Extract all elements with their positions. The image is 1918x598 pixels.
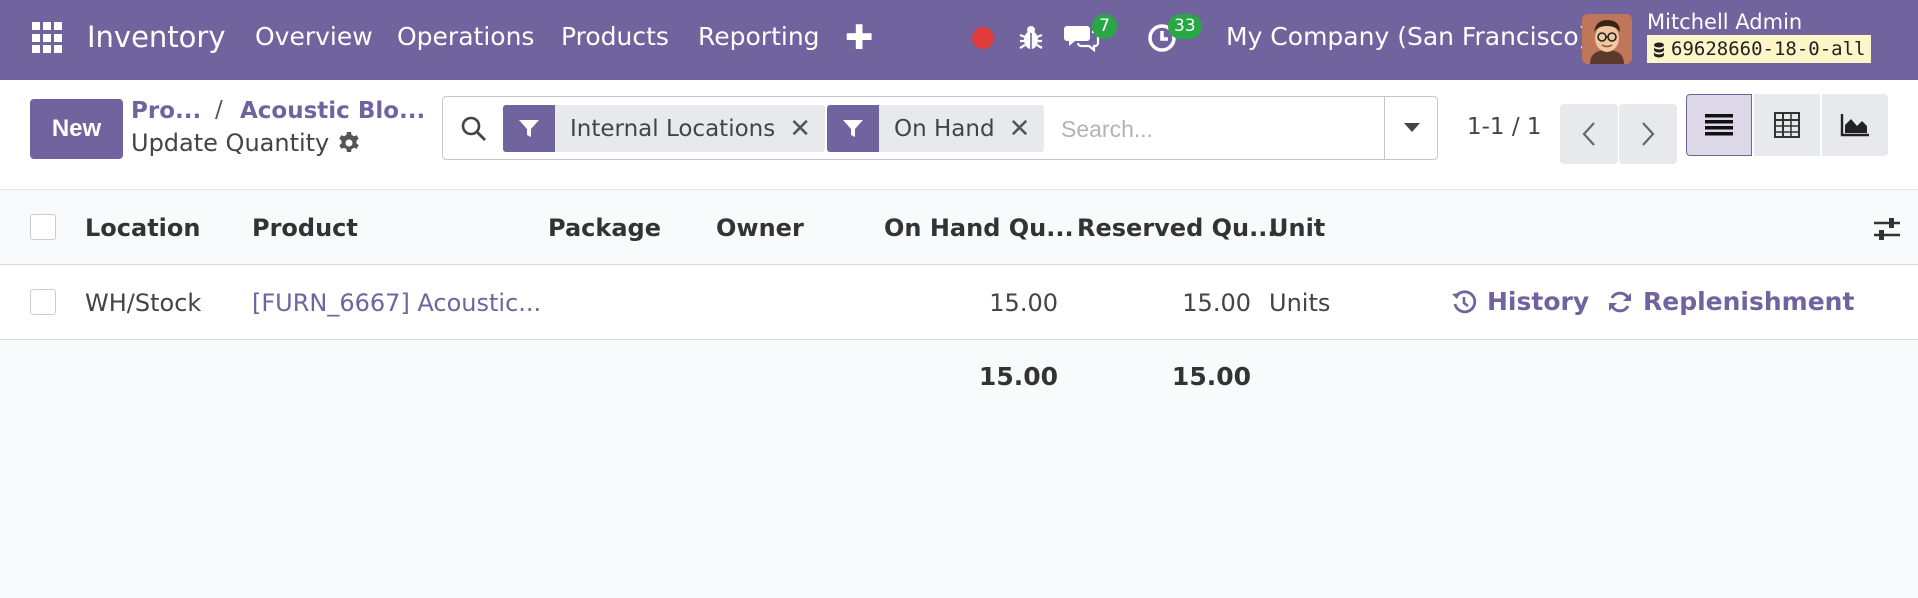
table-footer-totals: 15.00 15.00 — [0, 340, 1918, 410]
column-header-owner[interactable]: Owner — [716, 214, 804, 242]
column-header-product[interactable]: Product — [252, 214, 358, 242]
company-switcher[interactable]: My Company (San Francisco) — [1226, 22, 1588, 51]
remove-filter-close-icon[interactable]: ✕ — [1009, 114, 1045, 144]
column-header-reserved[interactable]: Reserved Qu... — [1077, 214, 1276, 242]
filter-funnel-icon — [827, 105, 879, 152]
optional-columns-sliders-icon[interactable] — [1872, 217, 1902, 241]
cell-product[interactable]: [FURN_6667] Acoustic... — [252, 289, 541, 317]
graph-icon — [1840, 114, 1869, 137]
column-header-unit[interactable]: Unit — [1269, 214, 1325, 242]
new-button[interactable]: New — [30, 99, 123, 159]
cell-unit: Units — [1269, 289, 1331, 317]
database-name: 69628660-18-0-all — [1671, 38, 1866, 60]
table-header: Location Product Package Owner On Hand Q… — [0, 190, 1918, 265]
history-button[interactable]: History — [1451, 287, 1589, 316]
breadcrumb-separator: / — [215, 97, 223, 123]
cell-on-hand: 15.00 — [989, 289, 1058, 317]
breadcrumb-current: Update Quantity — [131, 129, 361, 157]
breadcrumb-products[interactable]: Pro... — [131, 98, 201, 124]
chevron-left-icon — [1582, 122, 1595, 146]
replenishment-label: Replenishment — [1643, 287, 1855, 316]
search-bar: Internal Locations ✕ On Hand ✕ — [442, 96, 1438, 160]
history-icon — [1452, 289, 1477, 313]
gear-icon[interactable] — [337, 131, 361, 155]
pivot-icon — [1774, 112, 1800, 138]
control-panel: New Pro... / Acoustic Blo... Update Quan… — [0, 80, 1918, 190]
refresh-icon — [1609, 291, 1631, 312]
pivot-view-button[interactable] — [1754, 94, 1820, 156]
filter-funnel-icon — [503, 105, 555, 152]
apps-menu-icon[interactable] — [32, 22, 64, 54]
column-header-location[interactable]: Location — [85, 214, 200, 242]
replenishment-button[interactable]: Replenishment — [1607, 287, 1854, 316]
total-on-hand: 15.00 — [978, 362, 1058, 391]
column-header-package[interactable]: Package — [548, 214, 661, 242]
cell-reserved: 15.00 — [1182, 289, 1251, 317]
pager-next-button[interactable] — [1619, 104, 1677, 164]
select-all-checkbox[interactable] — [30, 214, 56, 240]
menu-overview[interactable]: Overview — [255, 22, 373, 51]
chevron-right-icon — [1642, 122, 1655, 146]
caret-down-icon — [1403, 123, 1420, 132]
database-icon — [1654, 42, 1664, 57]
search-options-toggle[interactable] — [1384, 97, 1438, 159]
filter-facet-internal-locations[interactable]: Internal Locations ✕ — [503, 105, 826, 152]
user-name[interactable]: Mitchell Admin — [1647, 10, 1802, 34]
menu-operations[interactable]: Operations — [397, 22, 534, 51]
table-row[interactable]: WH/Stock [FURN_6667] Acoustic... 15.00 1… — [0, 265, 1918, 340]
app-brand[interactable]: Inventory — [87, 20, 226, 54]
debug-bug-icon[interactable] — [1018, 24, 1044, 52]
search-icon[interactable] — [460, 115, 488, 143]
total-reserved: 15.00 — [1171, 362, 1251, 391]
list-view-button[interactable] — [1686, 94, 1752, 156]
filter-facet-label: Internal Locations — [570, 115, 776, 142]
cell-location: WH/Stock — [85, 289, 202, 317]
remove-filter-close-icon[interactable]: ✕ — [789, 114, 825, 144]
menu-products[interactable]: Products — [561, 22, 669, 51]
row-checkbox[interactable] — [30, 289, 56, 315]
breadcrumb-product[interactable]: Acoustic Blo... — [240, 98, 425, 124]
history-label: History — [1487, 287, 1590, 316]
add-menu-plus-icon[interactable]: ✚ — [845, 18, 874, 58]
pager-value[interactable]: 1-1 / 1 — [1467, 114, 1542, 140]
recording-indicator-icon[interactable] — [972, 27, 994, 49]
database-badge: 69628660-18-0-all — [1647, 35, 1872, 63]
column-header-on-hand[interactable]: On Hand Qu... — [884, 214, 1074, 242]
messages-count-badge: 7 — [1092, 14, 1117, 39]
filter-facet-on-hand[interactable]: On Hand ✕ — [827, 105, 1045, 152]
list-icon — [1705, 114, 1733, 136]
graph-view-button[interactable] — [1822, 94, 1888, 156]
pager-previous-button[interactable] — [1560, 104, 1618, 164]
page-title: Update Quantity — [131, 129, 330, 157]
top-navbar: Inventory Overview Operations Products R… — [0, 0, 1918, 80]
menu-reporting[interactable]: Reporting — [698, 22, 820, 51]
filter-facet-label: On Hand — [894, 115, 995, 142]
activities-count-badge: 33 — [1168, 14, 1202, 39]
user-avatar[interactable] — [1582, 14, 1632, 64]
search-input[interactable] — [1061, 111, 1361, 147]
